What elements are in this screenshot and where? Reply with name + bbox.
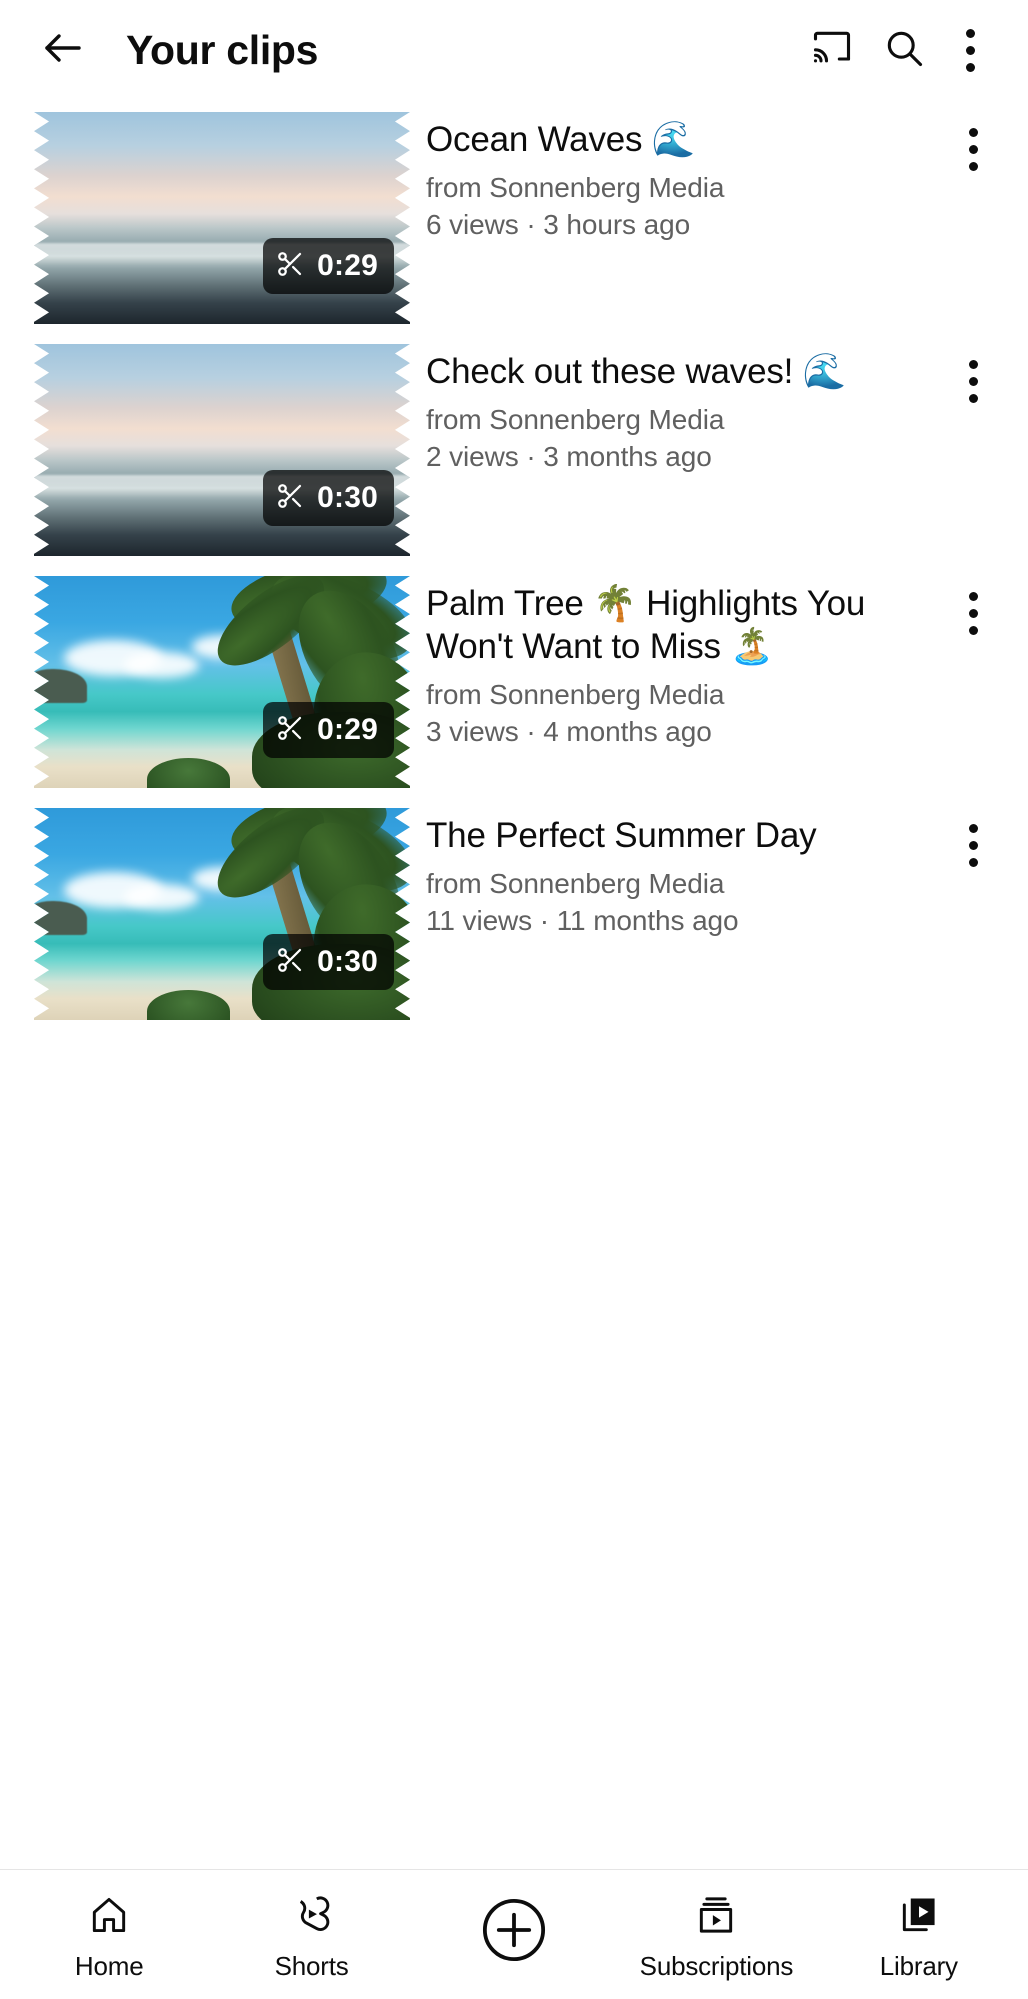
clip-channel: from Sonnenberg Media: [426, 676, 942, 713]
bottom-navigation: Home Shorts: [0, 1869, 1028, 1999]
clip-overflow-button[interactable]: [942, 808, 1004, 878]
more-vert-icon: [969, 360, 977, 403]
clip-info: Palm Tree 🌴 Highlights You Won't Want to…: [426, 576, 942, 750]
library-icon: [897, 1888, 941, 1942]
clip-title: Ocean Waves 🌊: [426, 118, 942, 161]
cast-button[interactable]: [796, 14, 868, 86]
duration-label: 0:30: [317, 945, 378, 979]
cast-icon: [810, 26, 854, 75]
more-vert-icon: [966, 29, 974, 72]
clip-thumbnail[interactable]: 0:29: [34, 576, 410, 788]
clip-item[interactable]: 0:29 Ocean Waves 🌊 from Sonnenberg Media…: [0, 112, 1028, 324]
clip-item[interactable]: 0:29 Palm Tree 🌴 Highlights You Won't Wa…: [0, 576, 1028, 788]
clip-channel: from Sonnenberg Media: [426, 865, 942, 902]
clip-duration-badge: 0:30: [263, 934, 394, 990]
clip-item[interactable]: 0:30 The Perfect Summer Day from Sonnenb…: [0, 808, 1028, 1020]
nav-item-shorts[interactable]: Shorts: [210, 1888, 412, 1982]
scissors-icon: [275, 481, 305, 516]
clips-list: 0:29 Ocean Waves 🌊 from Sonnenberg Media…: [0, 100, 1028, 1869]
home-icon: [87, 1888, 131, 1942]
clip-title: Palm Tree 🌴 Highlights You Won't Want to…: [426, 582, 942, 668]
scissors-icon: [275, 249, 305, 284]
more-vert-icon: [969, 592, 977, 635]
back-button[interactable]: [34, 21, 92, 79]
clip-duration-badge: 0:30: [263, 470, 394, 526]
scissors-icon: [275, 945, 305, 980]
nav-item-subscriptions[interactable]: Subscriptions: [615, 1888, 817, 1982]
duration-label: 0:29: [317, 249, 378, 283]
nav-label-shorts: Shorts: [275, 1951, 349, 1982]
create-plus-icon: [476, 1903, 552, 1957]
clip-stats: 3 views · 4 months ago: [426, 713, 942, 750]
nav-item-home[interactable]: Home: [8, 1888, 210, 1982]
clip-item[interactable]: 0:30 Check out these waves! 🌊 from Sonne…: [0, 344, 1028, 556]
arrow-left-icon: [39, 24, 87, 77]
clip-stats: 2 views · 3 months ago: [426, 438, 942, 475]
clip-channel: from Sonnenberg Media: [426, 401, 942, 438]
app-bar: Your clips: [0, 0, 1028, 100]
clip-title: The Perfect Summer Day: [426, 814, 942, 857]
page-title: Your clips: [126, 27, 318, 74]
clip-channel: from Sonnenberg Media: [426, 169, 942, 206]
nav-item-library[interactable]: Library: [818, 1888, 1020, 1982]
your-clips-screen: Your clips: [0, 0, 1028, 1999]
nav-label-home: Home: [75, 1951, 144, 1982]
nav-label-subscriptions: Subscriptions: [640, 1951, 793, 1982]
clip-overflow-button[interactable]: [942, 112, 1004, 182]
more-vert-icon: [969, 128, 977, 171]
more-vert-icon: [969, 824, 977, 867]
duration-label: 0:30: [317, 481, 378, 515]
duration-label: 0:29: [317, 713, 378, 747]
clip-duration-badge: 0:29: [263, 238, 394, 294]
clip-duration-badge: 0:29: [263, 702, 394, 758]
header-overflow-button[interactable]: [940, 14, 1000, 86]
shorts-icon: [290, 1888, 334, 1942]
clip-info: Check out these waves! 🌊 from Sonnenberg…: [426, 344, 942, 475]
clip-overflow-button[interactable]: [942, 576, 1004, 646]
search-icon: [882, 26, 926, 75]
clip-info: Ocean Waves 🌊 from Sonnenberg Media 6 vi…: [426, 112, 942, 243]
clip-stats: 11 views · 11 months ago: [426, 902, 942, 939]
clip-title: Check out these waves! 🌊: [426, 350, 942, 393]
clip-thumbnail[interactable]: 0:30: [34, 344, 410, 556]
clip-thumbnail[interactable]: 0:29: [34, 112, 410, 324]
subscriptions-icon: [694, 1888, 738, 1942]
nav-item-create[interactable]: [413, 1903, 615, 1966]
clip-info: The Perfect Summer Day from Sonnenberg M…: [426, 808, 942, 939]
clip-overflow-button[interactable]: [942, 344, 1004, 414]
clip-thumbnail[interactable]: 0:30: [34, 808, 410, 1020]
clip-stats: 6 views · 3 hours ago: [426, 206, 942, 243]
search-button[interactable]: [868, 14, 940, 86]
scissors-icon: [275, 713, 305, 748]
nav-label-library: Library: [880, 1951, 958, 1982]
